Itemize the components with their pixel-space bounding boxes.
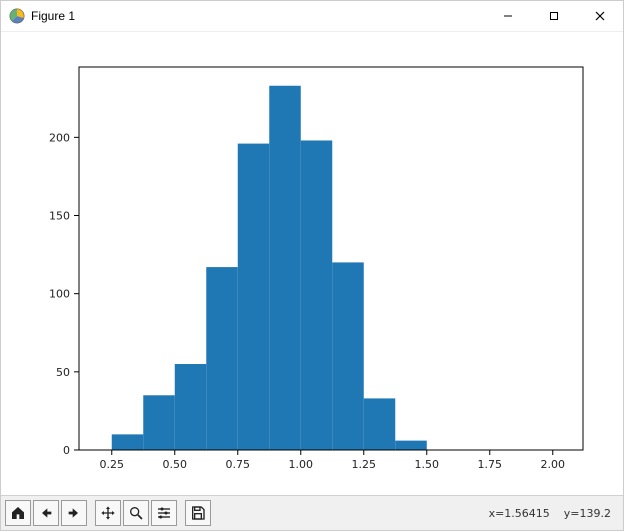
home-button[interactable] (5, 500, 31, 526)
histogram-bar (112, 434, 144, 450)
x-tick-label: 1.50 (415, 458, 440, 471)
configure-subplots-button[interactable] (151, 500, 177, 526)
histogram-bar (238, 144, 270, 450)
y-tick-label: 150 (49, 210, 70, 223)
close-button[interactable] (577, 1, 623, 31)
histogram-bar (301, 140, 333, 450)
histogram-bar (206, 267, 238, 450)
y-tick-label: 200 (49, 131, 70, 144)
y-tick-label: 50 (56, 366, 70, 379)
back-button[interactable] (33, 500, 59, 526)
maximize-button[interactable] (531, 1, 577, 31)
x-tick-label: 0.75 (226, 458, 251, 471)
histogram-bar (175, 364, 207, 450)
histogram-bar (332, 262, 364, 450)
navigation-toolbar: x=1.56415 y=139.2 (1, 495, 623, 530)
forward-button[interactable] (61, 500, 87, 526)
x-tick-label: 0.50 (163, 458, 188, 471)
minimize-button[interactable] (485, 1, 531, 31)
histogram-bar (269, 86, 301, 450)
pan-button[interactable] (95, 500, 121, 526)
histogram-bar (143, 395, 175, 450)
title-bar: Figure 1 (1, 1, 623, 32)
x-tick-label: 1.25 (352, 458, 377, 471)
histogram-bar (364, 398, 396, 450)
window-title: Figure 1 (31, 9, 75, 23)
y-tick-label: 0 (63, 444, 70, 457)
matplotlib-icon (9, 8, 25, 24)
plot-canvas[interactable]: 0.25 0.50 0.75 1.00 1.25 1.50 1.75 2.00 0 50 100 15… (1, 32, 623, 495)
x-tick-label: 1.00 (289, 458, 314, 471)
figure-window: Figure 1 0.25 0.50 0.75 1.00 1.25 1.50 1.75 2.0… (0, 0, 624, 531)
y-tick-label: 100 (49, 288, 70, 301)
x-tick-label: 2.00 (541, 458, 566, 471)
histogram-bar (395, 441, 427, 450)
cursor-coordinates: x=1.56415 y=139.2 (489, 507, 619, 520)
histogram-chart: 0.25 0.50 0.75 1.00 1.25 1.50 1.75 2.00 0 50 100 15… (1, 32, 623, 497)
zoom-button[interactable] (123, 500, 149, 526)
x-tick-label: 1.75 (478, 458, 503, 471)
x-tick-label: 0.25 (100, 458, 125, 471)
save-button[interactable] (185, 500, 211, 526)
